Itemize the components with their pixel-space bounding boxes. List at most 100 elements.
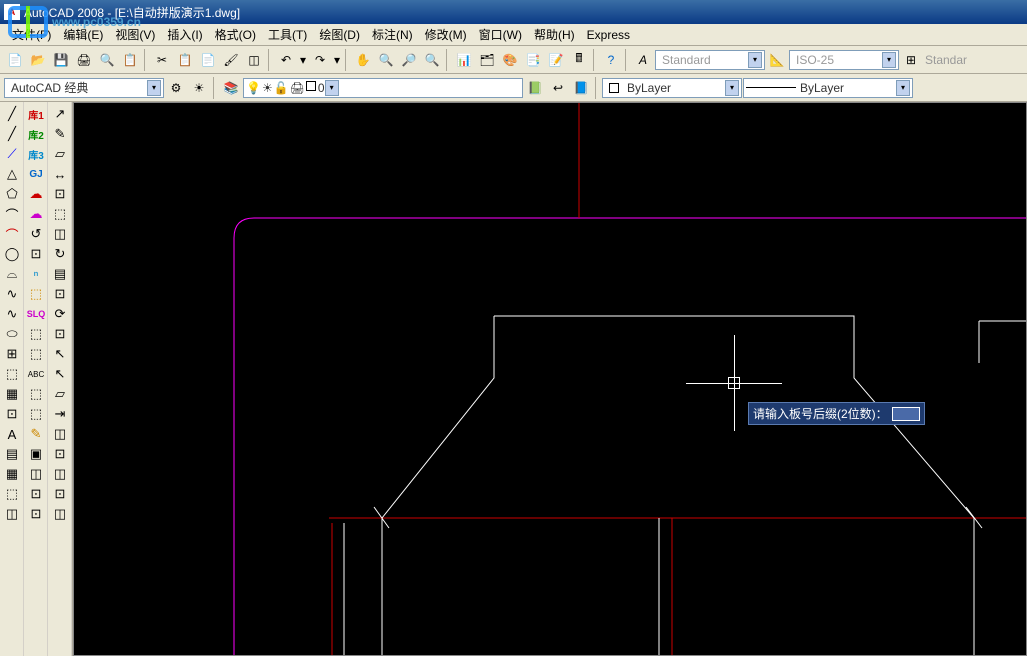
- block-icon[interactable]: ◫: [243, 49, 265, 71]
- match-icon[interactable]: 🖌: [220, 49, 242, 71]
- tool-icon[interactable]: ◫: [49, 504, 71, 524]
- undo-dropdown-icon[interactable]: ▾: [298, 49, 308, 71]
- tool-icon[interactable]: ▣: [25, 444, 47, 464]
- publish-icon[interactable]: 📋: [119, 49, 141, 71]
- tool-icon[interactable]: ⊡: [25, 484, 47, 504]
- tool-icon[interactable]: ◫: [1, 504, 23, 524]
- tool-icon[interactable]: ⬚: [25, 344, 47, 364]
- dropdown-icon[interactable]: ▾: [882, 52, 896, 68]
- ellipse-icon[interactable]: ∿: [1, 284, 23, 304]
- tool-icon[interactable]: ◫: [49, 464, 71, 484]
- dim-style-icon[interactable]: 📐: [766, 49, 788, 71]
- library1-icon[interactable]: 库1: [25, 104, 47, 124]
- layer-match-icon[interactable]: 📘: [570, 77, 592, 99]
- tool-icon[interactable]: ◫: [49, 424, 71, 444]
- properties-icon[interactable]: 📊: [453, 49, 475, 71]
- pencil-icon[interactable]: ✎: [25, 424, 47, 444]
- table-style-icon[interactable]: ⊞: [900, 49, 922, 71]
- layer-properties-icon[interactable]: 📚: [220, 77, 242, 99]
- tool-icon[interactable]: ⬚: [25, 324, 47, 344]
- layer-combo[interactable]: 💡 ☀ 🔓 🖨 0 ▾: [243, 78, 523, 98]
- drawing-canvas[interactable]: 请输入板号后缀(2位数)：: [73, 102, 1027, 656]
- spline-icon[interactable]: ⌓: [1, 264, 23, 284]
- rotate-icon[interactable]: ↺: [25, 224, 47, 244]
- insert-block-icon[interactable]: ⬭: [1, 324, 23, 344]
- menu-format[interactable]: 格式(O): [209, 24, 262, 45]
- array-icon[interactable]: ⊡: [49, 184, 71, 204]
- make-block-icon[interactable]: ⊞: [1, 344, 23, 364]
- stretch-icon[interactable]: ▤: [49, 264, 71, 284]
- chamfer-icon[interactable]: ↖: [49, 364, 71, 384]
- polyline-icon[interactable]: ⟋: [1, 144, 23, 164]
- box-icon[interactable]: ⊡: [25, 244, 47, 264]
- trim-icon[interactable]: ⊡: [49, 284, 71, 304]
- slq-icon[interactable]: SLQ: [25, 304, 47, 324]
- rectangle-icon[interactable]: ⬠: [1, 184, 23, 204]
- zoom-realtime-icon[interactable]: 🔍: [375, 49, 397, 71]
- ellipse-arc-icon[interactable]: ∿: [1, 304, 23, 324]
- n-icon[interactable]: ⁿ: [25, 264, 47, 284]
- multiline-text-icon[interactable]: ▦: [1, 464, 23, 484]
- menu-draw[interactable]: 绘图(D): [313, 24, 366, 45]
- menu-tools[interactable]: 工具(T): [262, 24, 313, 45]
- sheet-set-icon[interactable]: 📑: [522, 49, 544, 71]
- menu-window[interactable]: 窗口(W): [473, 24, 528, 45]
- cloud-icon[interactable]: ☁: [25, 184, 47, 204]
- library3-icon[interactable]: 库3: [25, 144, 47, 164]
- menu-help[interactable]: 帮助(H): [528, 24, 581, 45]
- tool-palettes-icon[interactable]: 🎨: [499, 49, 521, 71]
- menu-insert[interactable]: 插入(I): [161, 24, 208, 45]
- paste-icon[interactable]: 📄: [197, 49, 219, 71]
- dropdown-icon[interactable]: ▾: [725, 80, 739, 96]
- abc-icon[interactable]: ABC: [25, 364, 47, 384]
- polygon-icon[interactable]: △: [1, 164, 23, 184]
- dropdown-icon[interactable]: ▾: [896, 80, 910, 96]
- quickcalc-icon[interactable]: 🖩: [568, 49, 590, 71]
- hatch-icon[interactable]: ▦: [1, 384, 23, 404]
- tool-icon[interactable]: ⊡: [49, 484, 71, 504]
- gradient-icon[interactable]: ⊡: [1, 404, 23, 424]
- tool-icon[interactable]: ⊡: [49, 444, 71, 464]
- rotate-icon[interactable]: ◫: [49, 224, 71, 244]
- tool-icon[interactable]: ⬚: [25, 384, 47, 404]
- dim-style-combo[interactable]: ISO-25 ▾: [789, 50, 899, 70]
- pan-icon[interactable]: ✋: [352, 49, 374, 71]
- linetype-combo[interactable]: ByLayer ▾: [743, 78, 913, 98]
- workspace-settings-icon[interactable]: ⚙: [165, 77, 187, 99]
- layer-states-icon[interactable]: 📗: [524, 77, 546, 99]
- mirror-icon[interactable]: ▱: [49, 144, 71, 164]
- copy-icon[interactable]: 📋: [174, 49, 196, 71]
- explode-icon[interactable]: ⇥: [49, 404, 71, 424]
- region-icon[interactable]: A: [1, 424, 23, 444]
- library2-icon[interactable]: 库2: [25, 124, 47, 144]
- gj-icon[interactable]: GJ: [25, 164, 47, 184]
- tool-icon[interactable]: ⊡: [25, 504, 47, 524]
- redo-icon[interactable]: ↷: [309, 49, 331, 71]
- menu-view[interactable]: 视图(V): [109, 24, 161, 45]
- tool-icon[interactable]: ⬚: [25, 404, 47, 424]
- prompt-input[interactable]: [892, 407, 920, 421]
- layer-previous-icon[interactable]: ↩: [547, 77, 569, 99]
- undo-icon[interactable]: ↶: [275, 49, 297, 71]
- line-icon[interactable]: ╱: [1, 104, 23, 124]
- extend-icon[interactable]: ⟳: [49, 304, 71, 324]
- help-icon[interactable]: ?: [600, 49, 622, 71]
- tool-icon[interactable]: ⬚: [1, 484, 23, 504]
- fillet-icon[interactable]: ▱: [49, 384, 71, 404]
- join-icon[interactable]: ↖: [49, 344, 71, 364]
- print-icon[interactable]: 🖨: [73, 49, 95, 71]
- menu-dimension[interactable]: 标注(N): [366, 24, 419, 45]
- tool-icon[interactable]: ⬚: [25, 284, 47, 304]
- cloud2-icon[interactable]: ☁: [25, 204, 47, 224]
- menu-modify[interactable]: 修改(M): [419, 24, 473, 45]
- workspace-combo[interactable]: AutoCAD 经典 ▾: [4, 78, 164, 98]
- save-icon[interactable]: 💾: [50, 49, 72, 71]
- circle-icon[interactable]: ⌒: [1, 224, 23, 244]
- dropdown-icon[interactable]: ▾: [325, 80, 339, 96]
- menu-express[interactable]: Express: [581, 26, 636, 44]
- color-combo[interactable]: ByLayer ▾: [602, 78, 742, 98]
- dropdown-icon[interactable]: ▾: [748, 52, 762, 68]
- table-icon[interactable]: ▤: [1, 444, 23, 464]
- point-icon[interactable]: ⬚: [1, 364, 23, 384]
- break-icon[interactable]: ⊡: [49, 324, 71, 344]
